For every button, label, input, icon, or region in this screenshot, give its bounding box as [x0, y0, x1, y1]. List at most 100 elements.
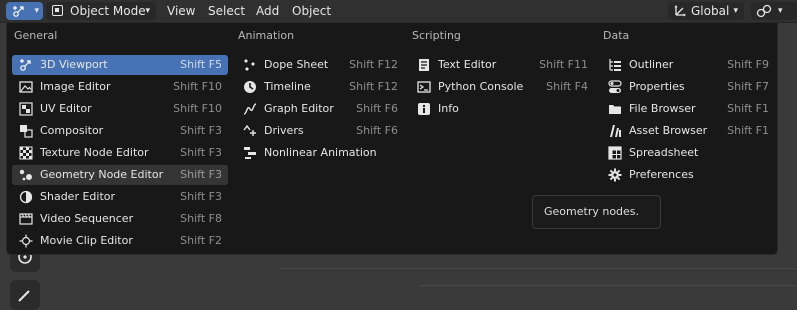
sequencer-icon — [19, 213, 33, 225]
menu-item-label: Outliner — [629, 58, 674, 71]
menu-object[interactable]: Object — [288, 2, 335, 20]
viewport-3d-icon — [13, 6, 24, 17]
menu-item-shortcut: Shift F11 — [539, 58, 588, 71]
menu-item-compositor[interactable]: Compositor Shift F3 — [12, 121, 228, 141]
object-mode-icon — [52, 5, 63, 16]
menu-item-shortcut: Shift F8 — [180, 212, 222, 225]
menu-item-shortcut: Shift F6 — [356, 124, 398, 137]
menu-item-spreadsheet[interactable]: Spreadsheet — [601, 143, 775, 163]
menu-item-properties[interactable]: Properties Shift F7 — [601, 77, 775, 97]
menu-item-timeline[interactable]: Timeline Shift F12 — [236, 77, 404, 97]
menu-item-label: Nonlinear Animation — [264, 146, 377, 159]
menu-item-shortcut: Shift F1 — [727, 102, 769, 115]
viewport-grid-line — [420, 285, 797, 286]
file-browser-icon — [609, 105, 621, 114]
dope-sheet-icon — [244, 59, 255, 71]
transform-orientation-dropdown[interactable]: Global ▾ — [668, 2, 744, 20]
menu-item-label: Geometry Node Editor — [40, 168, 164, 181]
properties-icon — [608, 80, 622, 93]
menu-item-video-sequencer[interactable]: Video Sequencer Shift F8 — [12, 209, 228, 229]
console-icon — [417, 81, 431, 93]
menu-item-label: Properties — [629, 80, 685, 93]
menu-item-label: 3D Viewport — [40, 58, 108, 71]
menu-item-shortcut: Shift F1 — [727, 124, 769, 137]
uv-icon — [19, 102, 33, 116]
spreadsheet-icon — [608, 146, 622, 160]
menu-item-dope-sheet[interactable]: Dope Sheet Shift F12 — [236, 55, 404, 75]
menu-item-shortcut: Shift F12 — [349, 58, 398, 71]
menu-item-shortcut: Shift F10 — [173, 102, 222, 115]
menu-item-file-browser[interactable]: File Browser Shift F1 — [601, 99, 775, 119]
shader-icon — [19, 190, 33, 204]
chevron-down-icon: ▾ — [778, 6, 783, 16]
chevron-down-icon: ▾ — [34, 6, 39, 16]
menu-item-label: Image Editor — [40, 80, 111, 93]
menu-item-shortcut: Shift F7 — [727, 80, 769, 93]
texture-icon — [19, 146, 33, 160]
menu-item-shortcut: Shift F3 — [180, 124, 222, 137]
menu-item-nonlinear-animation[interactable]: Nonlinear Animation — [236, 143, 404, 163]
menu-view[interactable]: View — [163, 2, 199, 20]
menu-item-asset-browser[interactable]: Asset Browser Shift F1 — [601, 121, 775, 141]
image-icon — [19, 81, 33, 93]
editor-header: ▾ Object Mode ▾ View Select Add Object G… — [0, 0, 797, 23]
orientation-label: Global — [691, 4, 730, 18]
menu-item-shortcut: Shift F3 — [180, 146, 222, 159]
tooltip: Geometry nodes. — [532, 195, 661, 229]
text-icon — [419, 59, 429, 71]
menu-item-graph-editor[interactable]: Graph Editor Shift F6 — [236, 99, 404, 119]
menu-item-shortcut: Shift F6 — [356, 102, 398, 115]
viewport-3d-icon — [20, 59, 31, 71]
menu-item-outliner[interactable]: Outliner Shift F9 — [601, 55, 775, 75]
menu-item-label: File Browser — [629, 102, 696, 115]
menu-item-label: Texture Node Editor — [40, 146, 149, 159]
menu-item-uv-editor[interactable]: UV Editor Shift F10 — [12, 99, 228, 119]
column-title: Animation — [238, 29, 295, 42]
mode-label: Object Mode — [70, 4, 146, 18]
menu-item-label: Python Console — [438, 80, 524, 93]
outliner-icon — [609, 59, 621, 71]
interaction-mode-dropdown[interactable]: Object Mode ▾ — [46, 2, 156, 20]
menu-item-python-console[interactable]: Python Console Shift F4 — [410, 77, 594, 97]
menu-item-label: Preferences — [629, 168, 694, 181]
menu-item-geometry-node-editor[interactable]: Geometry Node Editor Shift F3 — [12, 165, 228, 185]
menu-item-preferences[interactable]: Preferences — [601, 165, 775, 185]
menu-item-label: Text Editor — [438, 58, 497, 71]
chevron-down-icon: ▾ — [733, 6, 738, 16]
menu-select[interactable]: Select — [204, 2, 249, 20]
asset-browser-icon — [610, 125, 621, 137]
menu-item-label: Asset Browser — [629, 124, 708, 137]
menu-item-shortcut: Shift F4 — [546, 80, 588, 93]
pencil-icon — [18, 290, 30, 302]
link-icon — [756, 4, 772, 18]
column-title: Scripting — [412, 29, 461, 42]
geometry-nodes-icon — [19, 169, 32, 181]
menu-item-label: Timeline — [264, 80, 311, 93]
menu-item-label: Shader Editor — [40, 190, 116, 203]
editor-type-button[interactable]: ▾ — [6, 2, 43, 20]
annotate-tool-button[interactable] — [10, 280, 40, 310]
menu-item-movie-clip-editor[interactable]: Movie Clip Editor Shift F2 — [12, 231, 228, 251]
menu-item-label: Video Sequencer — [40, 212, 134, 225]
editor-type-menu: General 3D Viewport Shift F5 Image Edito… — [6, 22, 778, 255]
gear-icon — [608, 168, 622, 182]
menu-item-label: Graph Editor — [264, 102, 334, 115]
menu-item-label: Drivers — [264, 124, 304, 137]
menu-item-drivers[interactable]: Drivers Shift F6 — [236, 121, 404, 141]
menu-item-text-editor[interactable]: Text Editor Shift F11 — [410, 55, 594, 75]
info-icon — [418, 103, 430, 115]
menu-item-3d-viewport[interactable]: 3D Viewport Shift F5 — [12, 55, 228, 75]
pivot-snap-dropdown[interactable]: ▾ — [751, 2, 797, 20]
menu-item-label: Dope Sheet — [264, 58, 329, 71]
menu-item-image-editor[interactable]: Image Editor Shift F10 — [12, 77, 228, 97]
menu-item-shortcut: Shift F3 — [180, 168, 222, 181]
menu-item-shortcut: Shift F9 — [727, 58, 769, 71]
graph-icon — [243, 103, 257, 115]
column-title: Data — [603, 29, 630, 42]
menu-item-texture-node-editor[interactable]: Texture Node Editor Shift F3 — [12, 143, 228, 163]
menu-item-shader-editor[interactable]: Shader Editor Shift F3 — [12, 187, 228, 207]
menu-item-label: Compositor — [40, 124, 104, 137]
menu-item-info[interactable]: Info — [410, 99, 594, 119]
menu-item-shortcut: Shift F3 — [180, 190, 222, 203]
menu-add[interactable]: Add — [252, 2, 283, 20]
